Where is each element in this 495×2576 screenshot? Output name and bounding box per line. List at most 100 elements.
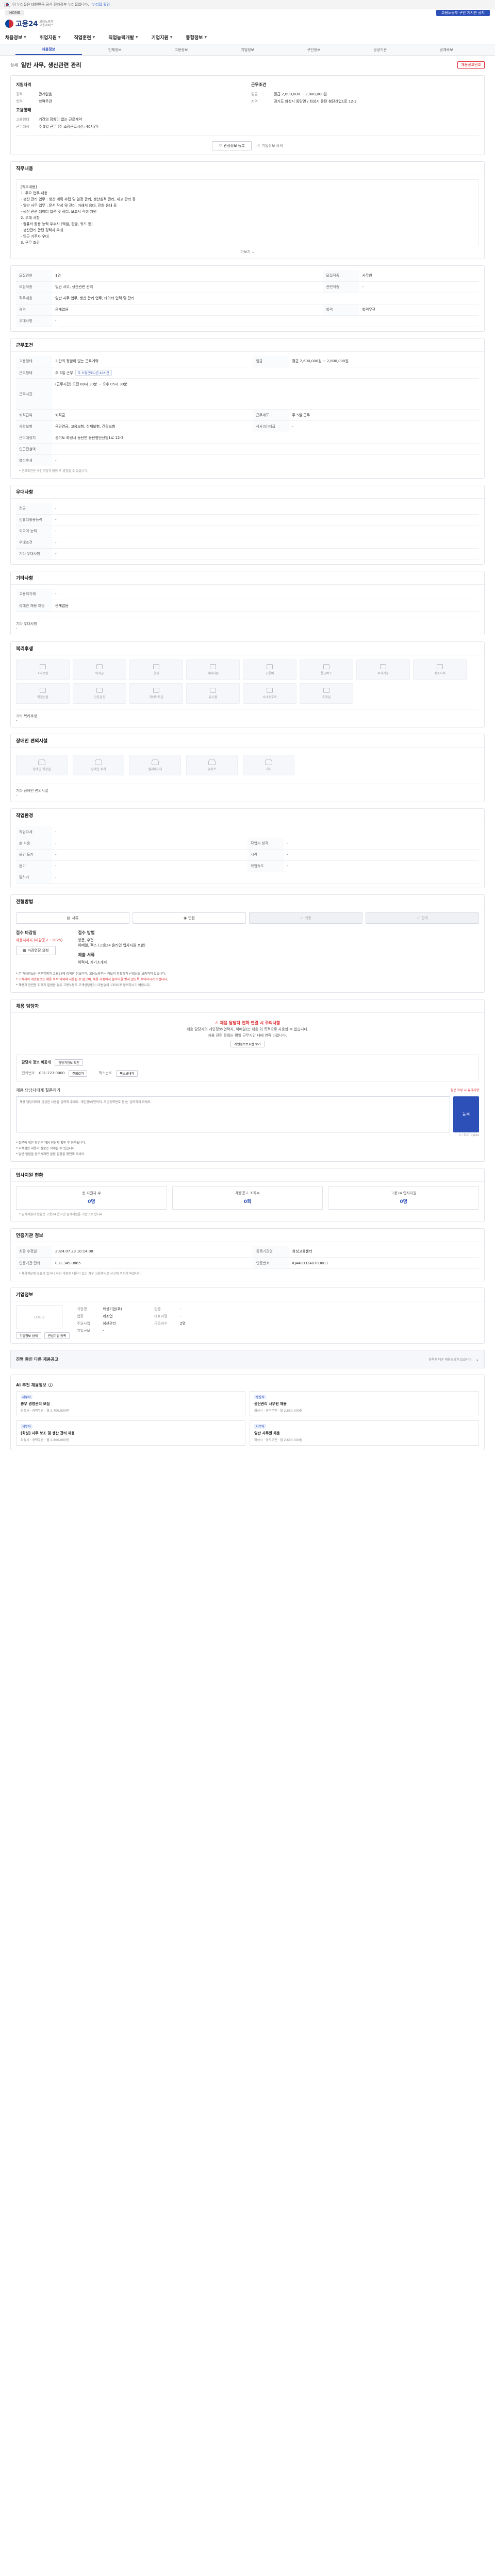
summary-right: 근무조건 임금 월급 2,600,000 ~ 2,800,000원 지역 경기도 화… bbox=[251, 80, 479, 130]
benefit-icon bbox=[380, 664, 386, 669]
company-detail-button[interactable]: ⓘ 기업정보 상세 bbox=[257, 141, 283, 150]
misc-note-label: 기타 우대사항 bbox=[16, 622, 37, 626]
follow-company-button[interactable]: 관심기업 등록 bbox=[44, 1332, 70, 1339]
gov-banner-toggle[interactable]: 누리집 확인 bbox=[92, 2, 110, 7]
company-row: 기업명 화성기업(주) 업종 - bbox=[77, 1306, 479, 1313]
th: 모집직종 bbox=[323, 270, 359, 282]
more-label: 더보기 bbox=[240, 250, 251, 254]
gnb-item-0[interactable]: 채용정보 ▼ bbox=[5, 34, 26, 41]
gnb-label: 기업지원 bbox=[151, 36, 169, 41]
phone-label: 전화번호 bbox=[22, 1071, 35, 1075]
section-title: 기업정보 bbox=[11, 1288, 484, 1301]
gnb-item-5[interactable]: 통합정보 ▼ bbox=[186, 34, 207, 41]
summary-row: 지역 경기도 화성시 동탄면 / 화성시 동탄 첨단산업1로 12-3 bbox=[251, 98, 479, 105]
more-button[interactable]: 더보기 ⌄ bbox=[16, 249, 479, 255]
table-row: 고용형태 기간의 정함이 없는 근로계약 임금 월급 2,600,000원 ~ 2,8… bbox=[16, 355, 479, 367]
tab-1[interactable]: 인재정보 bbox=[82, 44, 148, 55]
chevron-down-icon: ▼ bbox=[58, 36, 61, 39]
benefit-item: 건강검진 bbox=[73, 683, 126, 704]
rec-card[interactable]: 생산직 생산관리 사무원 채용 화성시 · 경력무관 · 월 2,650,000원 bbox=[250, 1391, 479, 1416]
th: 임금 bbox=[253, 355, 289, 367]
save-interest-button[interactable]: ♡ 관심정보 등록 bbox=[212, 141, 252, 150]
bottom-spacer bbox=[10, 1450, 485, 1461]
method-value: 방문, 우편 bbox=[78, 938, 94, 942]
company-logo-col: LOGO 기업정보 상세 관심기업 등록 bbox=[16, 1306, 70, 1339]
manager-notice: 채용 담당자의 개인정보(연락처, 이메일)는 채용 외 목적으로 사용할 수 … bbox=[186, 1027, 309, 1031]
related-postings-banner[interactable]: 진행 중인 다른 채용공고 등록된 다른 채용공고가 없습니다. ⌄ bbox=[10, 1350, 485, 1368]
doc-icon: ▤ bbox=[67, 916, 71, 920]
call-button[interactable]: 전화걸기 bbox=[69, 1070, 88, 1077]
question-input[interactable] bbox=[16, 1096, 450, 1132]
gnb-item-2[interactable]: 직업훈련 ▼ bbox=[74, 34, 95, 41]
tab-0[interactable]: 채용정보 bbox=[15, 44, 82, 55]
desc-line: - 생산 관리 업무 : 생산 계획 수립 및 일정 관리, 생산실적 관리, … bbox=[21, 197, 136, 201]
th: 장애인 채용 희망 bbox=[16, 600, 52, 612]
rec-card[interactable]: 사무직 일반 사무원 채용 화성시 · 경력무관 · 월 2,600,000원 bbox=[250, 1420, 479, 1446]
parking-icon bbox=[95, 759, 102, 765]
company-name: 상세 bbox=[10, 62, 18, 67]
kv-key: 학력 bbox=[16, 99, 23, 104]
privacy-law-button[interactable]: 개인정보보호법 보기 bbox=[230, 1040, 265, 1047]
benefit-icon bbox=[267, 688, 273, 693]
manager-info-chip[interactable]: 담당자정보 확인 bbox=[55, 1059, 83, 1066]
tab-3[interactable]: 기업정보 bbox=[214, 44, 281, 55]
benefit-item: 자녀학자금 bbox=[129, 683, 183, 704]
td: - bbox=[359, 281, 479, 293]
submit-question-button[interactable]: 등록 bbox=[453, 1096, 479, 1132]
desc-line: - 인근 거주자 우대 bbox=[21, 234, 49, 239]
status-value: 0명 bbox=[88, 1199, 95, 1205]
th: 관련직종 bbox=[323, 281, 359, 293]
tab-4[interactable]: 구인정보 bbox=[280, 44, 347, 55]
tab-6[interactable]: 공채속보 bbox=[413, 44, 480, 55]
note-line: * 채용과 관련한 피해가 발생한 경우 고용노동부 고객상담센터 (국번없이 … bbox=[16, 983, 151, 987]
deadline-extend-button[interactable]: ▦ 마감연장 요청 bbox=[16, 945, 56, 955]
kv-value: 기간의 정함이 없는 근로계약 bbox=[39, 117, 82, 122]
logo-sub1: 고용노동부 bbox=[39, 20, 54, 24]
qa-guide-link[interactable]: 질문 작성 시 유의사항 bbox=[451, 1088, 479, 1093]
rec-card[interactable]: 사무직 [화성] 사무 보조 및 생산 관리 채용 화성시 · 경력무관 · 월 2… bbox=[16, 1420, 245, 1446]
td: - bbox=[52, 514, 479, 526]
home-link[interactable]: HOME bbox=[5, 10, 25, 15]
calendar-icon: ▦ bbox=[23, 948, 26, 953]
rec-card[interactable]: 사무직 총무 경영관리 모집 화성시 · 경력무관 · 월 2,700,000원 bbox=[16, 1391, 245, 1416]
benefit-label: 유니폼 bbox=[208, 696, 218, 699]
rec-card-meta: 화성시 · 경력무관 · 월 2,650,000원 bbox=[254, 1409, 303, 1413]
fax-button[interactable]: 팩스보내기 bbox=[116, 1070, 138, 1077]
company-detail-button[interactable]: 기업정보 상세 bbox=[16, 1332, 42, 1339]
td: 월급 2,600,000원 ~ 2,800,000원 bbox=[289, 355, 479, 367]
method-col: 접수 방법 방문, 우편 이메일, 팩스 (고용24 온라인 입사지원 포함) … bbox=[78, 930, 145, 965]
benefit-icon bbox=[96, 664, 103, 669]
manager-contact-row: 전화번호 031-223-0000 전화걸기 팩스번호 팩스보내기 bbox=[22, 1070, 473, 1077]
regist-section: 인증기관 정보 최종 수정일 2024.07.23 10:14:08 등록기관명 화성… bbox=[10, 1228, 485, 1281]
notice-link[interactable]: 고용노동부 구인 게시판 공지 bbox=[436, 10, 490, 16]
benefit-item: 경조사비 bbox=[413, 659, 467, 680]
tab-2[interactable]: 고용정보 bbox=[148, 44, 214, 55]
benefit-icon bbox=[323, 688, 329, 693]
desc-line: 1. 주요 업무 내용 bbox=[21, 191, 47, 195]
tab-5[interactable]: 공공기관 bbox=[347, 44, 414, 55]
th: 말하기 bbox=[16, 872, 52, 884]
th: 기타 우대사항 bbox=[16, 548, 52, 560]
gnb-item-4[interactable]: 기업지원 ▼ bbox=[152, 34, 173, 41]
sub-tabs: 채용정보 인재정보 고용정보 기업정보 구인정보 공공기관 공채속보 bbox=[0, 44, 495, 56]
welfare-label: 기타 bbox=[266, 768, 272, 771]
step-item: ◉ 면접 bbox=[133, 912, 246, 924]
th: 작업자세 bbox=[16, 826, 52, 838]
table-row: 모집직종 일반 사무, 생산관련 관리 관련직종 - bbox=[16, 281, 479, 293]
gnb-item-1[interactable]: 취업지원 ▼ bbox=[40, 34, 61, 41]
step-label: 서류 bbox=[72, 916, 79, 920]
benefit-section: 복리후생 4대보험 퇴직금 연차 식대지원 교통비 통근버스 주차가능 경조사비… bbox=[10, 641, 485, 727]
qa-notes: * 질문에 대한 답변은 채용 담당자 확인 후 등록됩니다. * 부적절한 내… bbox=[16, 1140, 479, 1157]
gnb-item-3[interactable]: 직업능력개발 ▼ bbox=[108, 34, 138, 41]
rec-grid: 사무직 총무 경영관리 모집 화성시 · 경력무관 · 월 2,700,000원 생… bbox=[16, 1391, 479, 1446]
benefit-label: 연차 bbox=[153, 672, 159, 675]
section-title: 인증기관 정보 bbox=[11, 1229, 484, 1242]
td: - bbox=[52, 838, 248, 850]
company-table: 기업명 화성기업(주) 업종 - 업종 제조업 대표자명 - 주요사업 생산관리 근로자수 2명 … bbox=[77, 1306, 479, 1334]
global-nav: 채용정보 ▼ 취업지원 ▼ 직업훈련 ▼ 직업능력개발 ▼ 기업지원 ▼ 통합정보 ▼ bbox=[0, 31, 495, 44]
site-logo[interactable]: 고용24 bbox=[15, 19, 38, 29]
chevron-down-icon: ▼ bbox=[92, 36, 95, 39]
td: 국민연금, 고용보험, 산재보험, 건강보험 bbox=[52, 420, 253, 432]
th: 전공 bbox=[16, 503, 52, 515]
manager-alert: ⚠ 채용 담당자 전화 연결 시 주의사항 채용 담당자의 개인정보(연락처, … bbox=[16, 1017, 479, 1050]
